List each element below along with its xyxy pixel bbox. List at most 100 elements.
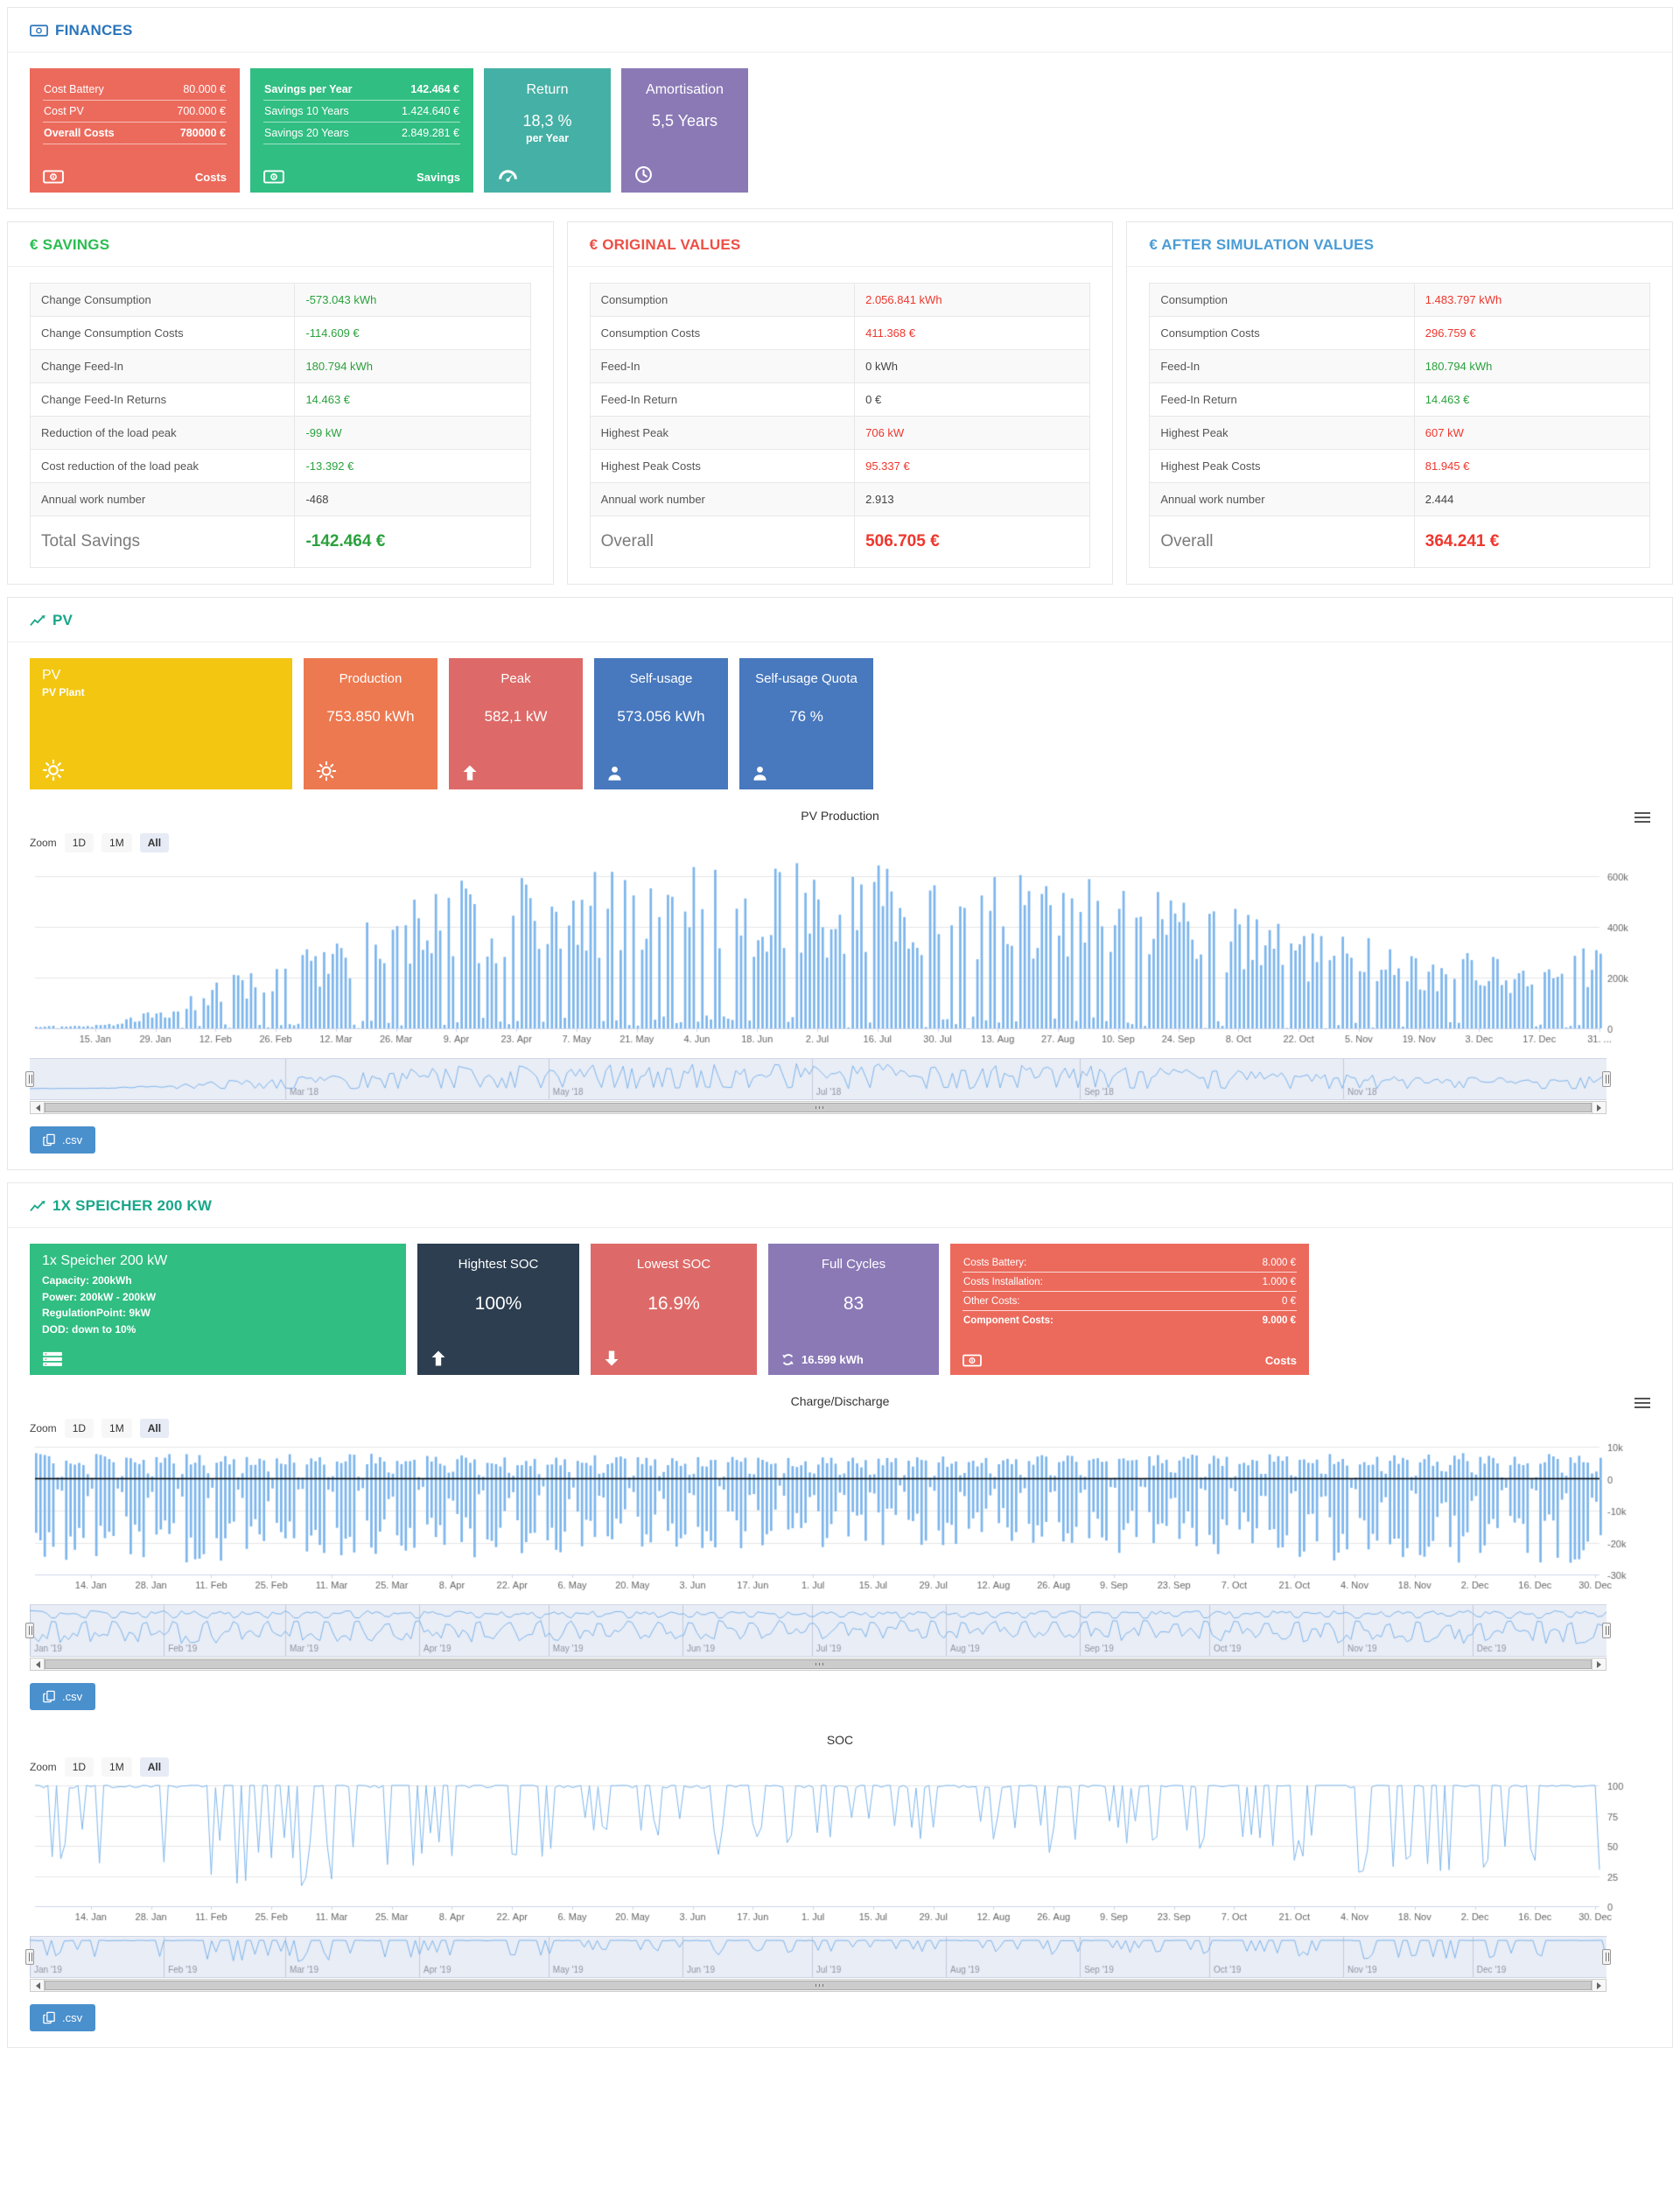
line-chart-icon xyxy=(30,1200,46,1212)
person-icon xyxy=(752,765,861,782)
pv-csv-button[interactable]: .csv xyxy=(30,1126,95,1154)
hamburger-menu-icon[interactable] xyxy=(1634,810,1650,825)
zoom-1m-button[interactable]: 1M xyxy=(102,833,132,852)
zoom-1m-button[interactable]: 1M xyxy=(102,1419,132,1438)
panel-title: € AFTER SIMULATION VALUES xyxy=(1149,236,1374,254)
soc-navigator[interactable] xyxy=(30,1936,1606,1978)
zoom-1d-button[interactable]: 1D xyxy=(65,833,94,852)
charge-csv-button[interactable]: .csv xyxy=(30,1683,95,1710)
costs-card: Cost Battery80.000 € Cost PV700.000 € Ov… xyxy=(30,68,240,193)
hamburger-menu-icon[interactable] xyxy=(1634,1395,1650,1411)
charge-discharge-chart[interactable] xyxy=(30,1440,1650,1597)
scroll-left-button[interactable] xyxy=(30,1658,45,1671)
return-card: Return 18,3 % per Year xyxy=(484,68,611,193)
charge-navigator-canvas[interactable] xyxy=(30,1604,1606,1657)
table-row: Highest Peak607 kW xyxy=(1150,417,1649,450)
pv-selfusage-card: Self-usage 573.056 kWh xyxy=(594,658,728,789)
overall-row: Overall364.241 € xyxy=(1150,516,1649,567)
pv-header: PV xyxy=(30,612,1650,629)
pv-scrollbar[interactable] xyxy=(30,1101,1606,1114)
table-row: Change Feed-In Returns14.463 € xyxy=(31,383,530,417)
person-icon xyxy=(606,765,716,782)
pv-peak-card: Peak 582,1 kW xyxy=(449,658,583,789)
soc-chart[interactable] xyxy=(30,1778,1650,1929)
costs-row: Cost Battery80.000 € xyxy=(43,79,227,101)
pv-zoom-controls: Zoom 1D 1M All xyxy=(30,833,1650,852)
zoom-1d-button[interactable]: 1D xyxy=(65,1419,94,1438)
arrow-up-icon xyxy=(461,764,570,782)
finances-panel: FINANCES Cost Battery80.000 € Cost PV700… xyxy=(7,7,1673,209)
table-row: Change Consumption-573.043 kWh xyxy=(31,284,530,317)
divider xyxy=(8,52,1672,53)
simulation-values-panel: € AFTER SIMULATION VALUES Consumption1.4… xyxy=(1126,221,1673,585)
banknote-icon xyxy=(263,170,284,184)
sun-icon xyxy=(316,761,425,782)
simulation-header: € AFTER SIMULATION VALUES xyxy=(1149,236,1650,254)
zoom-all-button[interactable]: All xyxy=(140,833,169,852)
charge-navigator[interactable] xyxy=(30,1604,1606,1657)
zoom-label: Zoom xyxy=(30,1761,57,1773)
table-row: Annual work number2.444 xyxy=(1150,483,1649,516)
navigator-left-handle[interactable] xyxy=(25,1071,34,1087)
copy-icon xyxy=(43,1690,55,1703)
navigator-right-handle[interactable] xyxy=(1602,1071,1611,1087)
table-row: Highest Peak Costs81.945 € xyxy=(1150,450,1649,483)
costs-row-total: Overall Costs780000 € xyxy=(43,123,227,144)
soc-csv-button[interactable]: .csv xyxy=(30,2004,95,2031)
pv-production-chart[interactable] xyxy=(30,854,1650,1051)
soc-scrollbar[interactable] xyxy=(30,1979,1606,1992)
zoom-1m-button[interactable]: 1M xyxy=(102,1757,132,1777)
table-row: Annual work number-468 xyxy=(31,483,530,516)
savings-card: Savings per Year142.464 € Savings 10 Yea… xyxy=(250,68,473,193)
copy-icon xyxy=(43,1133,55,1147)
soc-navigator-canvas[interactable] xyxy=(30,1936,1606,1978)
savings-row: Savings 20 Years2.849.281 € xyxy=(263,123,460,144)
charge-chart-title-row: Charge/Discharge xyxy=(30,1394,1650,1408)
battery-info-card: 1x Speicher 200 kW Capacity: 200kWh Powe… xyxy=(30,1244,406,1375)
scroll-right-button[interactable] xyxy=(1592,1658,1606,1671)
banknote-icon xyxy=(962,1354,982,1367)
scroll-right-button[interactable] xyxy=(1592,1101,1606,1114)
zoom-all-button[interactable]: All xyxy=(140,1419,169,1438)
scrollbar-thumb[interactable] xyxy=(45,1981,1592,1990)
navigator-right-handle[interactable] xyxy=(1602,1623,1611,1638)
scroll-right-button[interactable] xyxy=(1592,1979,1606,1992)
table-row: Cost reduction of the load peak-13.392 € xyxy=(31,450,530,483)
pv-production-card: Production 753.850 kWh xyxy=(304,658,438,789)
zoom-all-button[interactable]: All xyxy=(140,1757,169,1777)
pv-navigator-canvas[interactable] xyxy=(30,1058,1606,1100)
savings-row: Savings 10 Years1.424.640 € xyxy=(263,101,460,123)
scrollbar-track[interactable] xyxy=(45,1979,1592,1992)
pv-navigator[interactable] xyxy=(30,1058,1606,1100)
charge-scrollbar[interactable] xyxy=(30,1658,1606,1671)
zoom-1d-button[interactable]: 1D xyxy=(65,1757,94,1777)
navigator-left-handle[interactable] xyxy=(25,1949,34,1965)
scrollbar-track[interactable] xyxy=(45,1658,1592,1671)
table-row: Feed-In0 kWh xyxy=(591,350,1090,383)
csv-button-label: .csv xyxy=(62,2011,82,2024)
battery-spec-line: DOD: down to 10% xyxy=(42,1322,394,1338)
original-header: € ORIGINAL VALUES xyxy=(590,236,1091,254)
scroll-left-button[interactable] xyxy=(30,1101,45,1114)
divider xyxy=(8,266,553,267)
pv-chart-title-row: PV Production xyxy=(30,809,1650,823)
navigator-right-handle[interactable] xyxy=(1602,1949,1611,1965)
banknote-icon xyxy=(43,170,64,184)
cost-row-total: Component Costs:9.000 € xyxy=(962,1311,1297,1329)
cost-row: Other Costs:0 € xyxy=(962,1292,1297,1311)
battery-spec-line: Capacity: 200kWh xyxy=(42,1273,394,1289)
scrollbar-thumb[interactable] xyxy=(45,1103,1592,1112)
chart-title: PV Production xyxy=(801,809,879,823)
scrollbar-track[interactable] xyxy=(45,1101,1592,1114)
original-table: Consumption2.056.841 kWh Consumption Cos… xyxy=(590,283,1091,568)
divider xyxy=(1127,266,1672,267)
navigator-left-handle[interactable] xyxy=(25,1623,34,1638)
table-row: Consumption2.056.841 kWh xyxy=(591,284,1090,317)
clock-icon xyxy=(634,165,735,184)
scrollbar-thumb[interactable] xyxy=(45,1659,1592,1669)
table-row: Consumption Costs411.368 € xyxy=(591,317,1090,350)
divider xyxy=(8,1227,1672,1228)
table-row: Feed-In Return14.463 € xyxy=(1150,383,1649,417)
table-row: Reduction of the load peak-99 kW xyxy=(31,417,530,450)
scroll-left-button[interactable] xyxy=(30,1979,45,1992)
